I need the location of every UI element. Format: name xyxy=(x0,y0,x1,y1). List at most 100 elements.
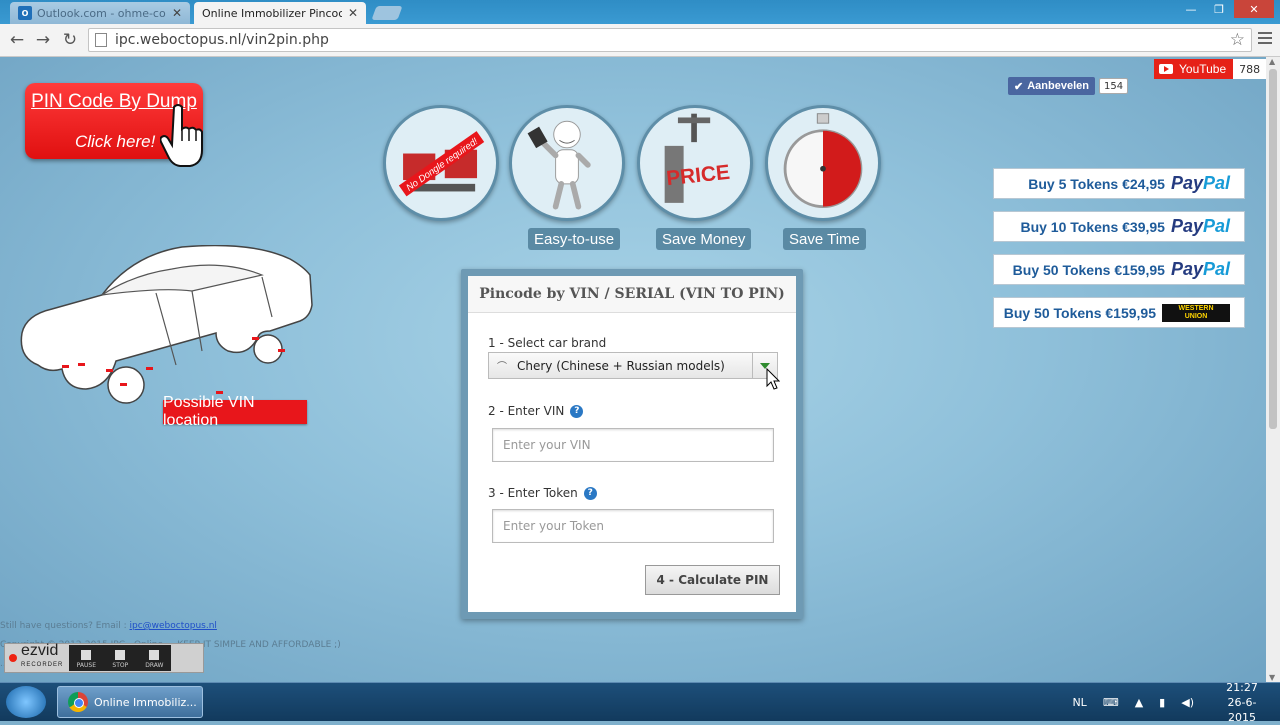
scrollbar-thumb[interactable] xyxy=(1269,69,1277,429)
taskbar-window-title: Online Immobiliz... xyxy=(94,695,197,709)
facebook-recommend-button[interactable]: ✔ Aanbevelen xyxy=(1008,77,1095,95)
step1-label: 1 - Select car brand xyxy=(488,336,607,350)
possible-vin-location-label: Possible VIN location xyxy=(163,394,307,429)
window-controls: — ❐ ✕ xyxy=(1178,0,1274,18)
paypal-logo: PayPal xyxy=(1170,216,1230,236)
easy-figure-icon xyxy=(527,120,591,210)
network-icon[interactable]: ▮ xyxy=(1159,696,1165,709)
save-time-label: Save Time xyxy=(783,228,866,250)
draw-button[interactable]: DRAW xyxy=(137,645,171,671)
chrome-icon xyxy=(68,692,88,712)
car-brand-select[interactable]: ⌒ Chery (Chinese + Russian models) xyxy=(488,352,778,379)
feature-no-dongle: No Dongle required! xyxy=(383,105,499,221)
tab-outlook[interactable]: O Outlook.com - ohme-col ✕ xyxy=(10,2,190,24)
buy-label: Buy 50 Tokens €159,95 xyxy=(1012,261,1165,278)
brand-logo-icon: ⌒ xyxy=(497,362,507,373)
page-scrollbar[interactable]: ▲ ▼ xyxy=(1266,57,1280,682)
maximize-icon[interactable]: ❐ xyxy=(1206,0,1232,18)
email-link[interactable]: ipc@weboctopus.nl xyxy=(130,621,217,631)
forward-icon[interactable]: → xyxy=(32,30,54,50)
clock-time: 21:27 xyxy=(1226,680,1258,694)
check-icon: ✔ xyxy=(1014,80,1024,93)
record-icon xyxy=(9,654,17,662)
youtube-label: YouTube xyxy=(1179,62,1227,76)
mouse-cursor-icon xyxy=(766,368,780,390)
volume-icon[interactable]: ◀) xyxy=(1181,696,1194,709)
start-button[interactable] xyxy=(6,686,46,718)
calculate-pin-button[interactable]: 4 - Calculate PIN xyxy=(645,565,780,595)
facebook-label: Aanbevelen xyxy=(1027,80,1089,92)
bookmark-star-icon[interactable]: ☆ xyxy=(1230,30,1245,50)
system-tray: NL ⌨ ▲ ▮ ◀) 21:27 26-6-2015 xyxy=(1064,681,1270,724)
paypal-logo: PayPal xyxy=(1170,173,1230,193)
save-money-label: Save Money xyxy=(656,228,752,250)
show-hidden-icons-icon[interactable]: ▲ xyxy=(1135,696,1143,709)
minimize-icon[interactable]: — xyxy=(1178,0,1204,18)
reload-icon[interactable]: ↻ xyxy=(59,30,81,50)
ezvid-logo: ezvid RECORDER xyxy=(21,642,64,669)
step3-label: 3 - Enter Token? xyxy=(488,486,597,500)
pin-dump-subtitle: Click here! xyxy=(75,132,156,151)
scroll-up-icon[interactable]: ▲ xyxy=(1269,57,1275,66)
buy-5-tokens-button[interactable]: Buy 5 Tokens €24,95 PayPal xyxy=(993,168,1245,199)
youtube-widget: YouTube 788 xyxy=(1154,59,1266,79)
dongle-illustration-icon: No Dongle required! xyxy=(398,131,485,197)
vin-help-icon[interactable]: ? xyxy=(570,404,584,418)
language-indicator[interactable]: NL xyxy=(1072,696,1086,709)
price-clamp-icon: PRICE xyxy=(664,113,731,203)
youtube-play-icon xyxy=(1159,64,1173,74)
feature-easy-to-use xyxy=(509,105,625,221)
taskbar-chrome-window[interactable]: Online Immobiliz... xyxy=(57,686,203,718)
form-title: Pincode by VIN / SERIAL (VIN TO PIN) xyxy=(468,276,796,313)
facebook-widget: ✔ Aanbevelen 154 xyxy=(1008,77,1129,95)
ezvid-recorder-overlay: ezvid RECORDER PAUSE STOP DRAW xyxy=(4,643,204,673)
windows-taskbar: Online Immobiliz... NL ⌨ ▲ ▮ ◀) 21:27 26… xyxy=(0,681,1280,724)
tab-title: Outlook.com - ohme-col xyxy=(37,6,166,20)
token-input[interactable] xyxy=(492,509,774,543)
close-tab-icon[interactable]: ✕ xyxy=(172,6,182,20)
stopwatch-icon xyxy=(783,113,863,209)
hand-pointer-icon xyxy=(160,104,203,167)
tab-title: Online Immobilizer Pincoc xyxy=(202,6,342,20)
stop-button[interactable]: STOP xyxy=(103,645,137,671)
vin-input[interactable] xyxy=(492,428,774,462)
youtube-count: 788 xyxy=(1233,59,1266,79)
footer-questions: Still have questions? Email : ipc@weboct… xyxy=(0,621,217,631)
buy-10-tokens-button[interactable]: Buy 10 Tokens €39,95 PayPal xyxy=(993,211,1245,242)
chrome-menu-icon[interactable] xyxy=(1258,32,1272,47)
youtube-subscribe-button[interactable]: YouTube xyxy=(1154,59,1234,79)
buy-label: Buy 5 Tokens €24,95 xyxy=(1028,175,1165,192)
address-bar[interactable]: ipc.weboctopus.nl/vin2pin.php ☆ xyxy=(88,28,1252,52)
page-info-icon[interactable] xyxy=(95,33,107,47)
page-content: PIN Code By Dump Click here! Possible VI… xyxy=(0,57,1266,682)
close-window-icon[interactable]: ✕ xyxy=(1234,0,1274,18)
buy-label: Buy 10 Tokens €39,95 xyxy=(1020,218,1165,235)
back-icon[interactable]: ← xyxy=(6,30,28,50)
car-diagram xyxy=(20,245,313,404)
url-text: ipc.weboctopus.nl/vin2pin.php xyxy=(115,32,329,48)
outlook-icon: O xyxy=(18,6,32,20)
step2-label: 2 - Enter VIN? xyxy=(488,404,584,418)
feature-save-money: PRICE xyxy=(637,105,753,221)
paypal-logo: PayPal xyxy=(1170,259,1230,279)
brand-selected-value: Chery (Chinese + Russian models) xyxy=(517,358,725,373)
browser-toolbar: ← → ↻ ipc.weboctopus.nl/vin2pin.php ☆ xyxy=(0,24,1280,57)
vin-to-pin-panel: Pincode by VIN / SERIAL (VIN TO PIN) 1 -… xyxy=(461,269,803,619)
buy-50-tokens-western-union-button[interactable]: Buy 50 Tokens €159,95 WESTERN UNION xyxy=(993,297,1245,328)
western-union-logo: WESTERN UNION xyxy=(1162,303,1230,322)
feature-save-time xyxy=(765,105,881,221)
easy-to-use-label: Easy-to-use xyxy=(528,228,621,250)
keyboard-icon[interactable]: ⌨ xyxy=(1103,696,1119,709)
clock[interactable]: 21:27 26-6-2015 xyxy=(1214,680,1270,725)
tab-immobilizer[interactable]: Online Immobilizer Pincoc ✕ xyxy=(194,2,366,73)
pause-button[interactable]: PAUSE xyxy=(69,645,103,671)
clock-date: 26-6-2015 xyxy=(1227,695,1257,724)
ezvid-controls: PAUSE STOP DRAW xyxy=(69,645,172,671)
facebook-count: 154 xyxy=(1098,78,1129,94)
vin-to-pin-form: Pincode by VIN / SERIAL (VIN TO PIN) 1 -… xyxy=(468,276,796,612)
token-help-icon[interactable]: ? xyxy=(583,486,597,500)
buy-label: Buy 50 Tokens €159,95 xyxy=(1003,304,1156,321)
buy-50-tokens-paypal-button[interactable]: Buy 50 Tokens €159,95 PayPal xyxy=(993,254,1245,285)
close-tab-icon[interactable]: ✕ xyxy=(348,6,358,20)
new-tab-button[interactable] xyxy=(371,6,403,20)
